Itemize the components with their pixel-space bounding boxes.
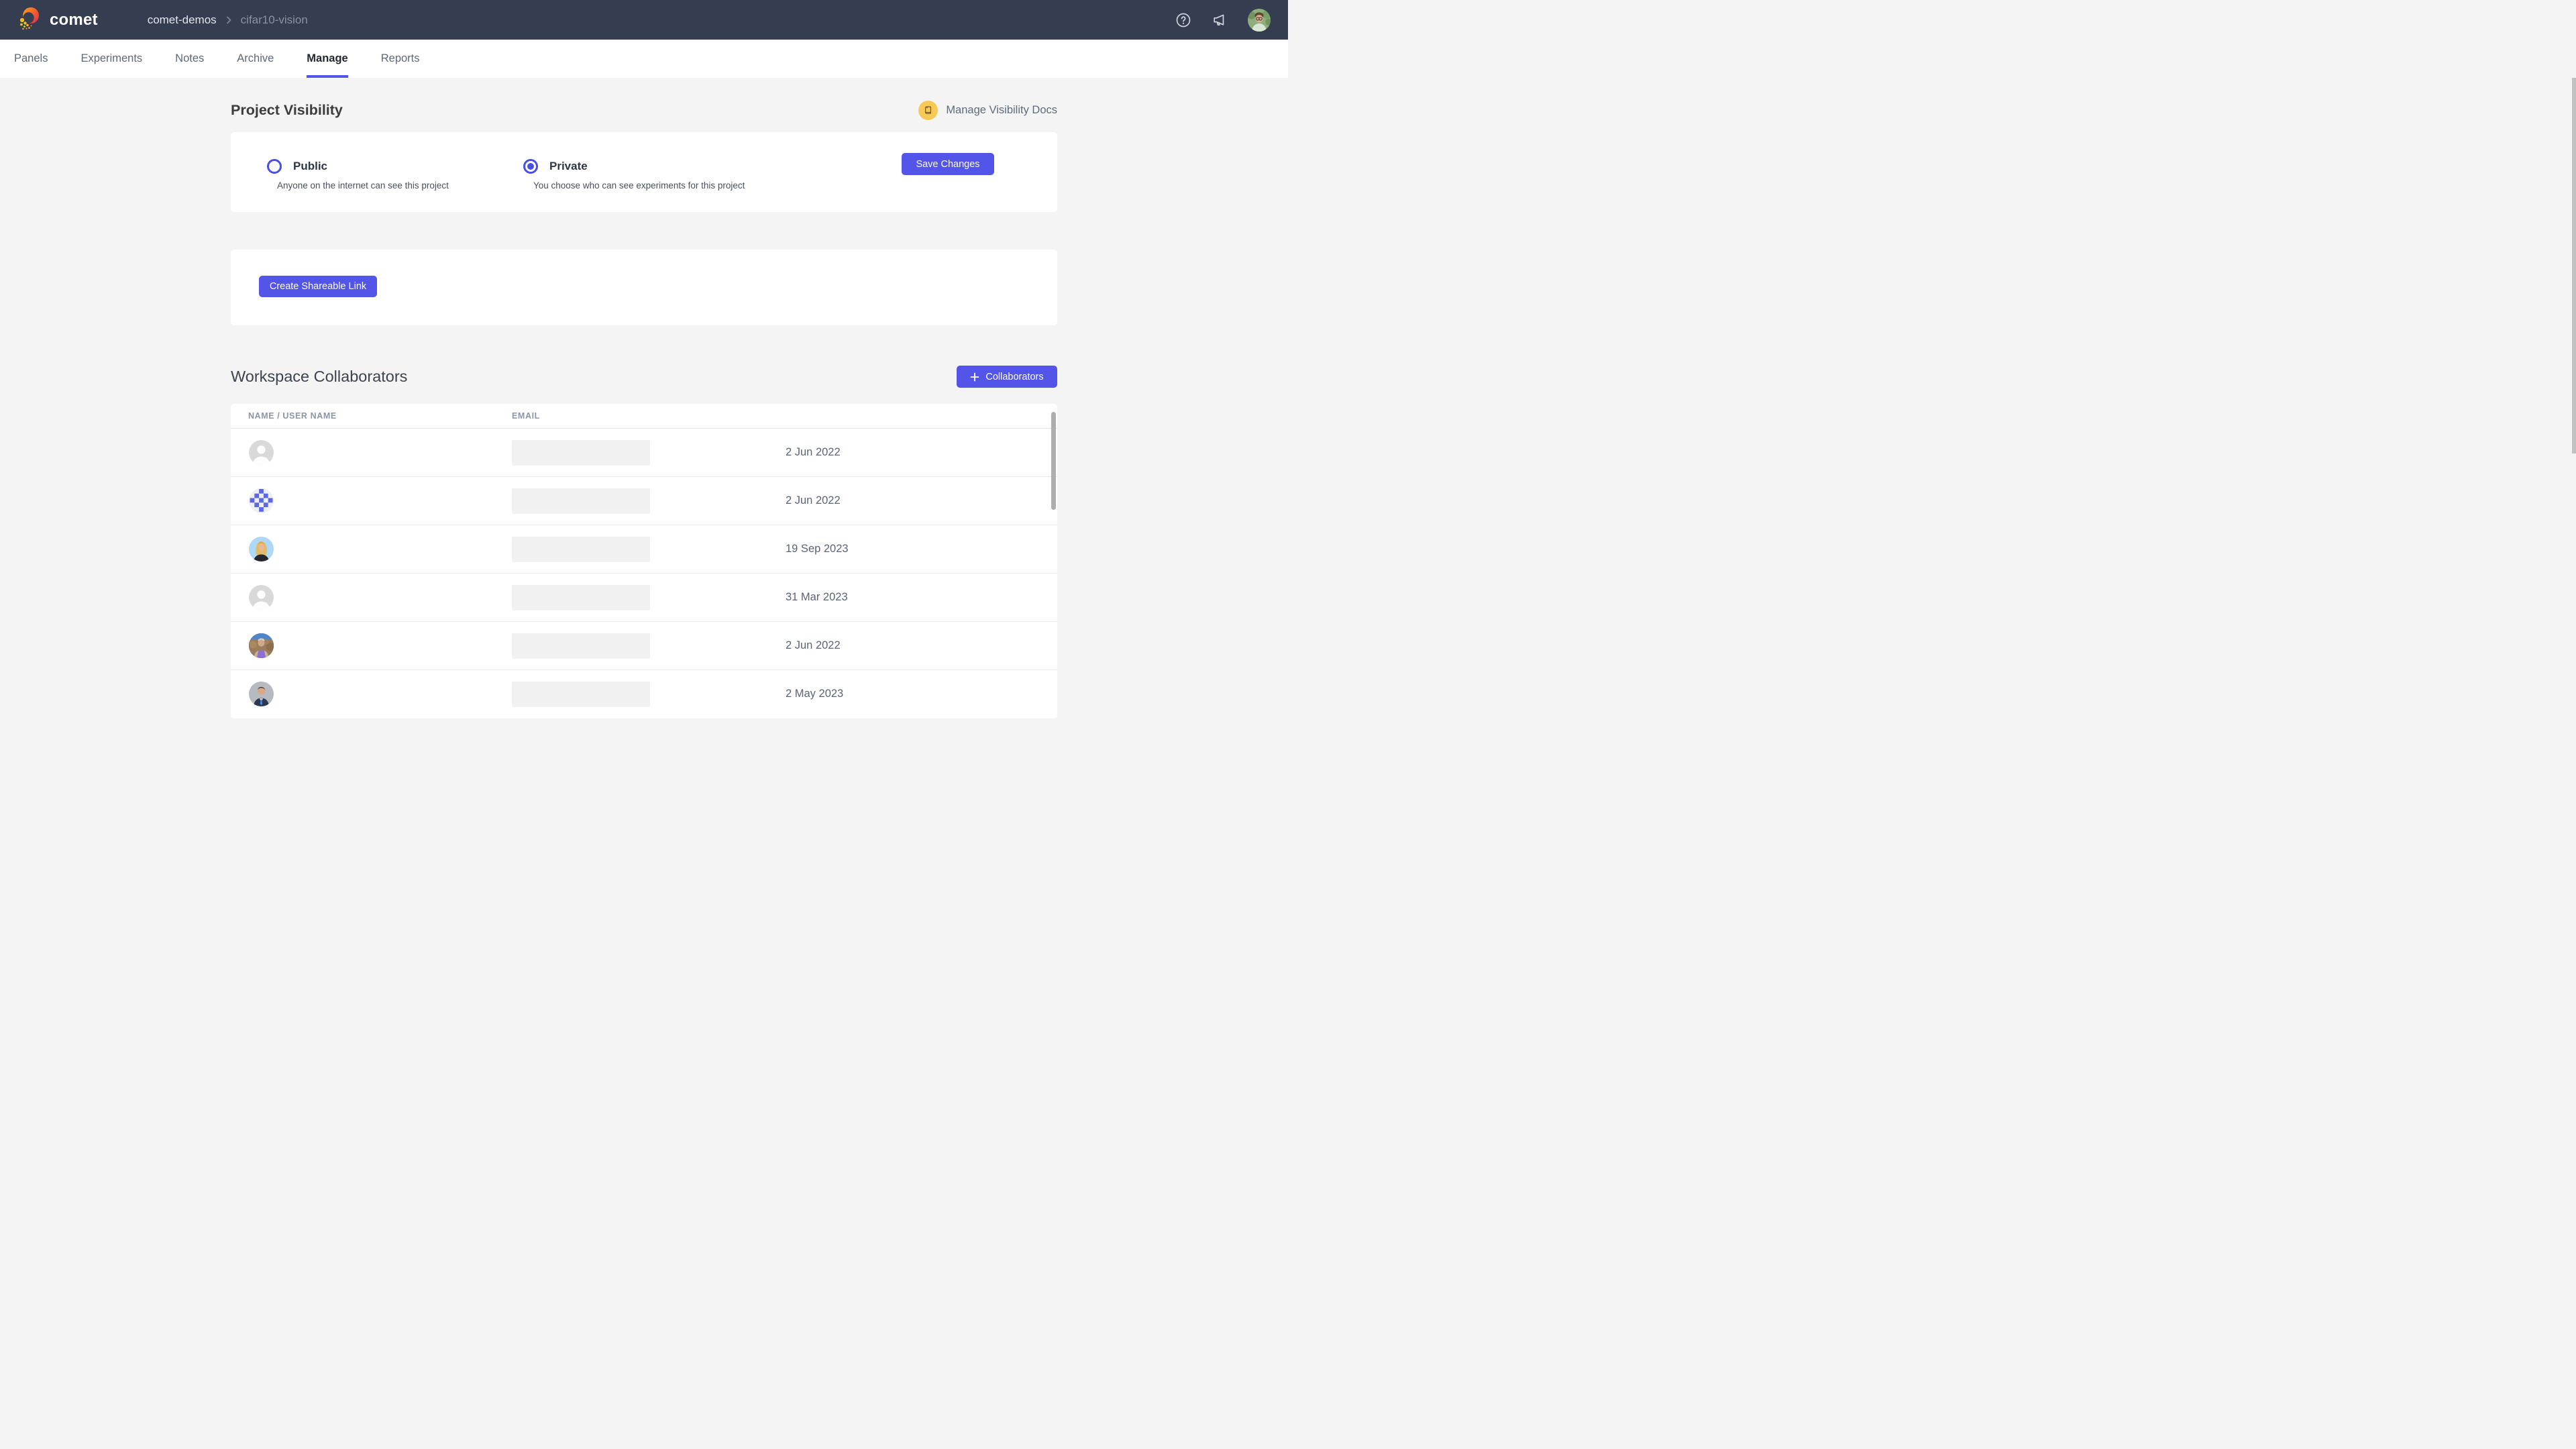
avatar-man-suit-photo [249,682,274,706]
tab-experiments[interactable]: Experiments [80,40,142,78]
tab-panels[interactable]: Panels [14,40,48,78]
tab-manage[interactable]: Manage [307,40,347,78]
collaborator-avatar [249,633,274,658]
column-header-name: NAME / USER NAME [248,411,337,421]
manage-page: Project Visibility Manage Visibility Doc… [231,101,1057,718]
email-redacted-placeholder [512,633,650,659]
avatar-silhouette-icon [249,585,274,610]
email-redacted-placeholder [512,682,650,707]
add-collaborators-label: Collaborators [985,372,1043,382]
book-icon [918,101,938,120]
project-tabbar: Panels Experiments Notes Archive Manage … [0,40,1288,78]
manage-visibility-docs-link[interactable]: Manage Visibility Docs [918,101,1057,120]
breadcrumb: comet-demos cifar10-vision [148,13,308,27]
breadcrumb-project[interactable]: cifar10-vision [241,13,308,27]
email-redacted-placeholder [512,488,650,514]
private-caption: You choose who can see experiments for t… [533,180,780,191]
private-label: Private [549,160,588,173]
avatar-identicon-icon [249,488,274,513]
add-collaborators-button[interactable]: Collaborators [957,366,1057,388]
collaborators-table: NAME / USER NAME EMAIL [231,404,1057,718]
private-radio-row[interactable]: Private [523,159,780,174]
user-avatar[interactable] [1248,9,1271,32]
top-navbar: comet comet-demos cifar10-vision [0,0,1288,40]
collaborator-row[interactable]: 31 Mar 2023 [231,574,1057,622]
collaborator-date: 19 Sep 2023 [786,543,849,555]
shareable-link-card: Create Shareable Link [231,250,1057,325]
collaborator-row[interactable]: 2 Jun 2022 [231,477,1057,525]
collaborator-date: 2 Jun 2022 [786,639,841,652]
create-shareable-link-button[interactable]: Create Shareable Link [259,276,377,297]
table-header-row: NAME / USER NAME EMAIL [231,404,1057,429]
collaborator-date: 2 Jun 2022 [786,494,841,507]
save-changes-button[interactable]: Save Changes [902,153,994,175]
breadcrumb-workspace[interactable]: comet-demos [148,13,217,27]
collaborators-title: Workspace Collaborators [231,368,407,386]
user-avatar-photo [1248,9,1271,32]
chevron-right-icon [223,15,234,25]
collaborator-row[interactable]: 19 Sep 2023 [231,525,1057,574]
collaborator-date: 2 May 2023 [786,688,843,700]
collaborator-date: 31 Mar 2023 [786,591,848,604]
brand-name: comet [50,11,98,30]
announcements-icon[interactable] [1212,12,1228,28]
collaborator-avatar [249,488,274,513]
avatar-woman-photo [249,537,274,561]
collaborator-avatar [249,440,274,465]
table-scrollbar-thumb[interactable] [1051,412,1056,510]
page-scrollbar-thumb[interactable] [2572,78,2576,453]
visibility-option-private: Private You choose who can see experimen… [523,159,780,212]
email-redacted-placeholder [512,440,650,466]
tab-notes[interactable]: Notes [175,40,204,78]
collaborator-avatar [249,585,274,610]
collaborator-avatar [249,537,274,561]
email-redacted-placeholder [512,585,650,610]
help-icon[interactable] [1175,12,1191,28]
collaborator-avatar [249,682,274,706]
page-title: Project Visibility [231,102,343,119]
tab-archive[interactable]: Archive [237,40,274,78]
public-radio[interactable] [267,159,282,174]
email-redacted-placeholder [512,537,650,562]
docs-link-label: Manage Visibility Docs [946,104,1057,117]
public-radio-row[interactable]: Public [267,159,523,174]
plus-icon [970,372,979,382]
public-caption: Anyone on the internet can see this proj… [277,180,523,191]
public-label: Public [293,160,327,173]
collaborator-row[interactable]: 2 Jun 2022 [231,429,1057,477]
tab-reports[interactable]: Reports [381,40,420,78]
collaborator-row[interactable]: 2 May 2023 [231,670,1057,718]
avatar-silhouette-icon [249,440,274,465]
collaborator-date: 2 Jun 2022 [786,446,841,459]
visibility-option-public: Public Anyone on the internet can see th… [267,159,523,212]
private-radio[interactable] [523,159,538,174]
table-body: 2 Jun 2022 [231,429,1057,718]
project-visibility-card: Public Anyone on the internet can see th… [231,132,1057,212]
comet-icon [16,5,43,35]
column-header-email: EMAIL [512,411,540,421]
comet-logo[interactable]: comet [16,5,98,35]
avatar-person-outdoor-photo [249,633,274,658]
collaborator-row[interactable]: 2 Jun 2022 [231,622,1057,670]
